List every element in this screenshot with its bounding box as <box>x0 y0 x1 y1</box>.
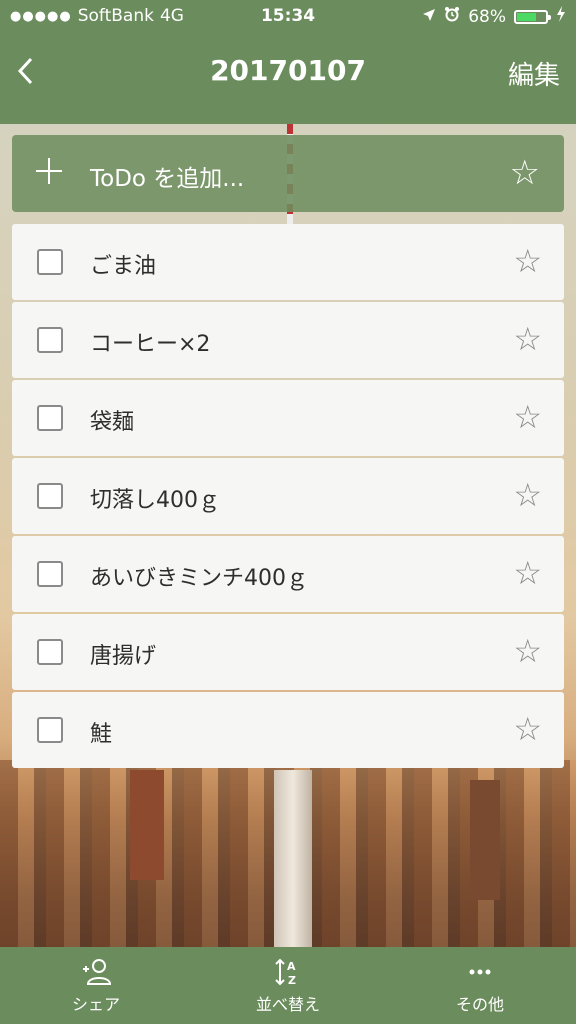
sort-label: 並べ替え <box>255 995 320 1014</box>
battery-icon <box>514 9 551 24</box>
star-icon[interactable]: ☆ <box>513 242 542 280</box>
todo-checkbox[interactable] <box>37 249 63 275</box>
todo-label: 袋麺 <box>90 410 135 435</box>
todo-item[interactable]: あいびきミンチ400ｇ ☆ <box>12 536 564 612</box>
share-label: シェア <box>71 995 120 1014</box>
todo-label: 唐揚げ <box>90 644 157 669</box>
todo-checkbox[interactable] <box>37 639 63 665</box>
top-bar: ●●●●● SoftBank 4G 15:34 68% 20170107 編集 <box>0 0 576 124</box>
alarm-clock-icon <box>444 6 460 27</box>
add-todo-input[interactable]: ToDo を追加... <box>90 159 244 193</box>
todo-item[interactable]: 切落し400ｇ ☆ <box>12 458 564 534</box>
todo-label: ごま油 <box>90 254 157 279</box>
location-arrow-icon <box>422 7 436 27</box>
todo-checkbox[interactable] <box>37 561 63 587</box>
todo-item[interactable]: コーヒー×2 ☆ <box>12 302 564 378</box>
add-person-icon <box>0 957 192 987</box>
share-button[interactable]: シェア <box>0 947 192 1024</box>
church-tower <box>470 780 500 900</box>
more-button[interactable]: その他 <box>384 947 576 1024</box>
plus-icon[interactable] <box>34 151 64 193</box>
bottom-toolbar: シェア AZ 並べ替え その他 <box>0 947 576 1024</box>
todo-item[interactable]: 鮭 ☆ <box>12 692 564 768</box>
edit-button[interactable]: 編集 <box>508 55 560 92</box>
todo-checkbox[interactable] <box>37 327 63 353</box>
todo-label: コーヒー×2 <box>90 332 211 357</box>
tv-tower <box>274 770 312 960</box>
star-icon[interactable]: ☆ <box>513 554 542 592</box>
star-icon[interactable]: ☆ <box>510 153 540 193</box>
star-icon[interactable]: ☆ <box>513 398 542 436</box>
sort-button[interactable]: AZ 並べ替え <box>192 947 384 1024</box>
todo-checkbox[interactable] <box>37 717 63 743</box>
star-icon[interactable]: ☆ <box>513 710 542 748</box>
town-hall-tower <box>130 770 164 880</box>
todo-item[interactable]: 唐揚げ ☆ <box>12 614 564 690</box>
battery-level-fill <box>517 12 536 21</box>
todo-item[interactable]: 袋麺 ☆ <box>12 380 564 456</box>
page-title: 20170107 <box>210 54 366 87</box>
more-label: その他 <box>455 995 504 1014</box>
status-bar: ●●●●● SoftBank 4G 15:34 68% <box>0 0 576 34</box>
todo-item[interactable]: ごま油 ☆ <box>12 224 564 300</box>
todo-label: 鮭 <box>90 722 113 747</box>
add-todo-bar[interactable]: ToDo を追加... ☆ <box>12 135 564 212</box>
todo-label: あいびきミンチ400ｇ <box>90 566 308 591</box>
sort-az-icon: AZ <box>192 957 384 987</box>
star-icon[interactable]: ☆ <box>513 476 542 514</box>
todo-label: 切落し400ｇ <box>90 488 220 513</box>
battery-percent: 68% <box>468 6 506 27</box>
todo-checkbox[interactable] <box>37 483 63 509</box>
todo-checkbox[interactable] <box>37 405 63 431</box>
todo-list: ごま油 ☆ コーヒー×2 ☆ 袋麺 ☆ 切落し400ｇ ☆ あいびきミンチ400ｇ ☆ 唐揚げ ☆ 鮭 ☆ <box>12 224 564 770</box>
charging-bolt-icon <box>556 6 566 27</box>
svg-text:Z: Z <box>288 974 296 987</box>
star-icon[interactable]: ☆ <box>513 632 542 670</box>
more-dots-icon <box>384 957 576 987</box>
star-icon[interactable]: ☆ <box>513 320 542 358</box>
svg-text:A: A <box>287 960 296 973</box>
